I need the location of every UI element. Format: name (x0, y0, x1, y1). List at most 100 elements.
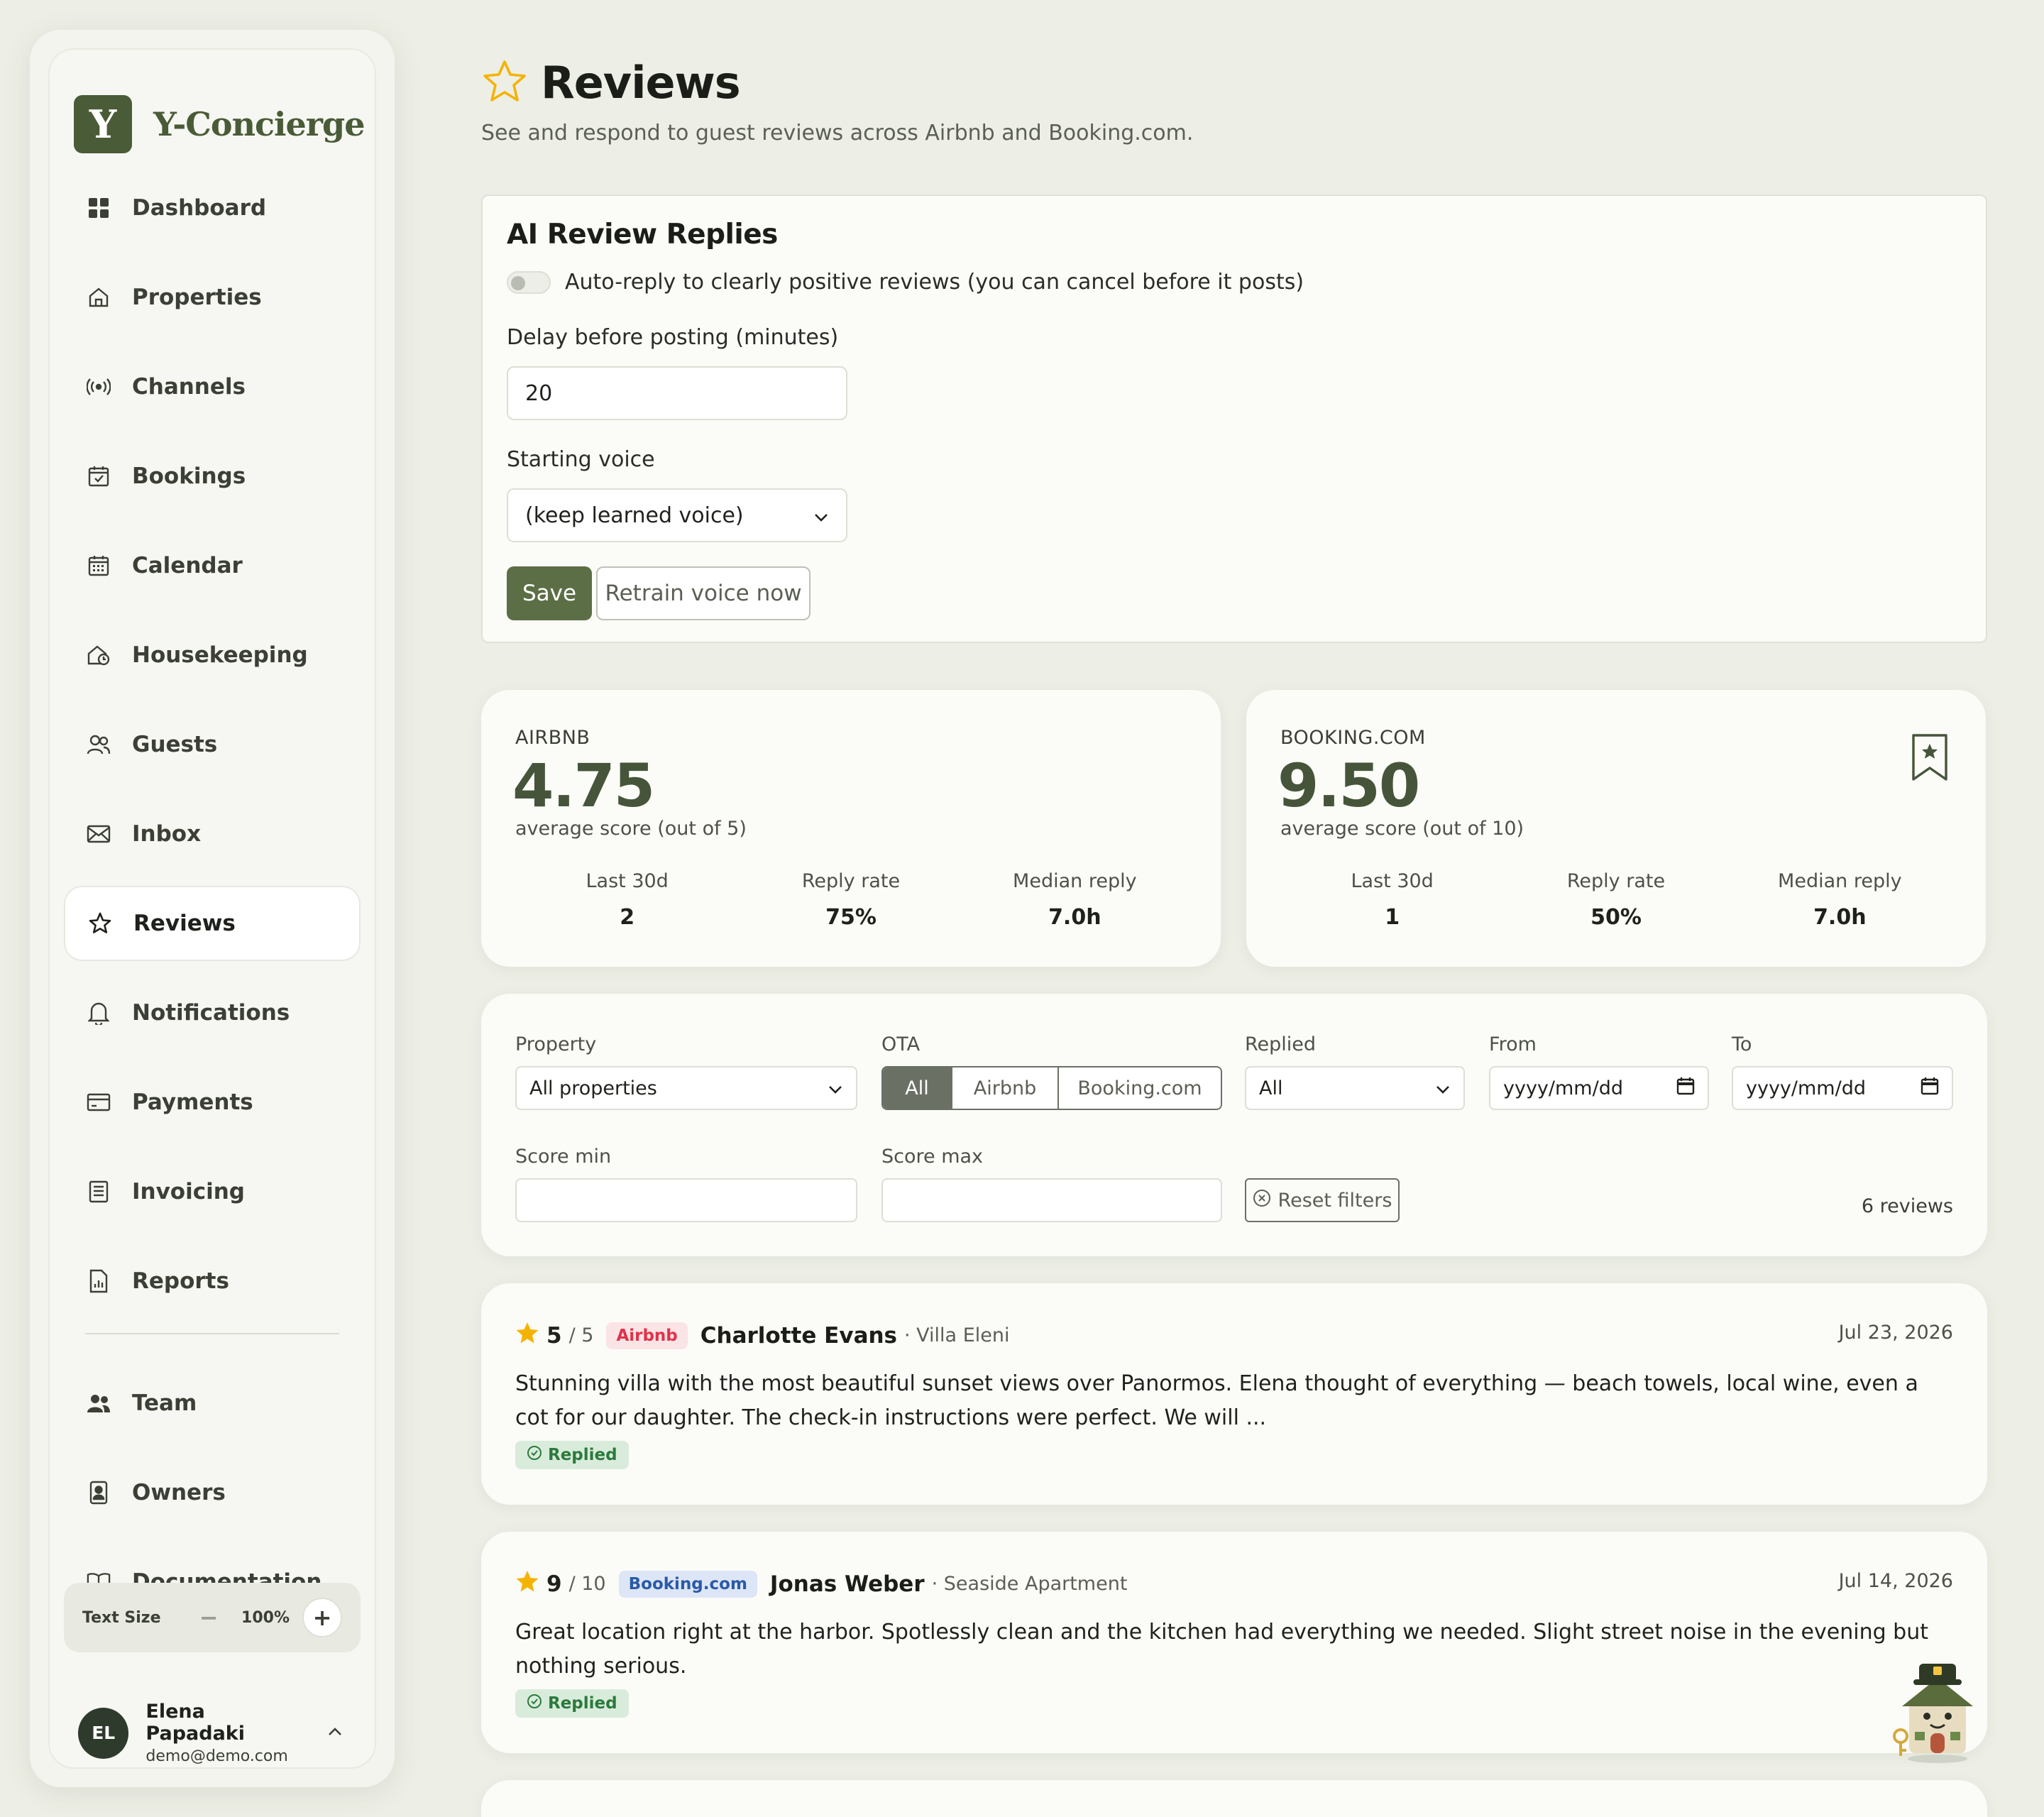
sidebar-item-properties[interactable]: Properties (64, 260, 361, 335)
stat-avg-label: average score (out of 10) (1280, 818, 1524, 840)
to-date-input[interactable]: yyyy/mm/dd (1732, 1066, 1953, 1110)
status-badge: Replied (515, 1441, 629, 1469)
logo-mark: Y (74, 95, 132, 153)
from-date-label: From (1489, 1033, 1537, 1055)
star-filled-icon (515, 1322, 539, 1349)
delay-input[interactable]: 20 (507, 366, 847, 420)
status-label: Replied (548, 1694, 617, 1713)
page-subtitle: See and respond to guest reviews across … (481, 121, 1194, 146)
sidebar-item-label: Housekeeping (132, 642, 308, 668)
metric-value: 1 (1385, 905, 1400, 930)
metric-last-30d: Last 30d 1 (1280, 870, 1504, 930)
from-date-input[interactable]: yyyy/mm/dd (1489, 1066, 1709, 1110)
ota-option-all[interactable]: All (883, 1067, 952, 1109)
stat-score: 4.75 (512, 751, 655, 820)
auto-reply-toggle[interactable] (507, 270, 551, 294)
metric-value: 2 (620, 905, 635, 930)
review-header: 5 / 5 Airbnb Charlotte Evans · Villa Ele… (515, 1322, 1009, 1349)
status-badge: Replied (515, 1689, 629, 1718)
user-name: Elena Papadaki (145, 1701, 246, 1745)
stat-ota-name: AIRBNB (515, 727, 590, 749)
metric-label: Last 30d (1351, 870, 1434, 892)
review-text: Stunning villa with the most beautiful s… (515, 1371, 1918, 1430)
text-size-decrease-button[interactable]: − (189, 1598, 229, 1637)
review-text: Great location right at the harbor. Spot… (515, 1620, 1928, 1679)
sidebar-item-payments[interactable]: Payments (64, 1065, 361, 1140)
brand-logo[interactable]: Y Y-Concierge (74, 95, 365, 153)
property-select[interactable]: All properties (515, 1066, 857, 1110)
score-max-label: Score max (881, 1146, 984, 1168)
star-icon (481, 59, 528, 107)
retrain-voice-button[interactable]: Retrain voice now (596, 566, 811, 620)
sidebar-item-label: Team (132, 1390, 197, 1416)
reset-filters-label: Reset filters (1278, 1189, 1392, 1212)
ota-option-booking[interactable]: Booking.com (1059, 1067, 1221, 1109)
booking-stats-card: BOOKING.COM 9.50 average score (out of 1… (1246, 690, 1986, 967)
score-min-input[interactable] (515, 1178, 857, 1222)
sidebar-item-label: Dashboard (132, 195, 267, 221)
save-button[interactable]: Save (507, 566, 592, 620)
ota-option-airbnb[interactable]: Airbnb (952, 1067, 1059, 1109)
sidebar-item-notifications[interactable]: Notifications (64, 975, 361, 1050)
bookmark-star-icon[interactable] (1911, 732, 1949, 785)
reset-filters-button[interactable]: Reset filters (1245, 1178, 1400, 1222)
concierge-mascot-button[interactable] (1888, 1658, 1987, 1767)
report-icon (87, 1269, 111, 1293)
text-size-increase-button[interactable]: + (302, 1598, 342, 1637)
sidebar-item-guests[interactable]: Guests (64, 707, 361, 782)
broadcast-icon (87, 375, 111, 399)
sidebar-item-reviews[interactable]: Reviews (64, 886, 361, 961)
avatar: EL (78, 1707, 129, 1759)
property-filter-label: Property (515, 1033, 597, 1055)
sidebar-item-calendar[interactable]: Calendar (64, 528, 361, 603)
users-icon (87, 732, 111, 757)
replied-select[interactable]: All (1245, 1066, 1465, 1110)
sidebar-item-dashboard[interactable]: Dashboard (64, 170, 361, 246)
credit-card-icon (87, 1090, 111, 1114)
ota-badge: Airbnb (606, 1322, 688, 1349)
dashboard-icon (87, 196, 111, 220)
ota-badge: Booking.com (618, 1570, 757, 1598)
sidebar-item-owners[interactable]: Owners (64, 1455, 361, 1530)
auto-reply-row: Auto-reply to clearly positive reviews (… (507, 270, 1304, 295)
star-icon (88, 911, 112, 935)
sidebar-item-team[interactable]: Team (64, 1366, 361, 1441)
replied-filter-label: Replied (1245, 1033, 1317, 1055)
text-size-control: Text Size − 100% + (64, 1583, 361, 1652)
voice-label: Starting voice (507, 447, 655, 472)
stat-metrics: Last 30d 1 Reply rate 50% Median reply 7… (1280, 870, 1952, 930)
review-card[interactable]: 9 / 10 Booking.com Jonas Weber · Seaside… (481, 1532, 1987, 1753)
ai-replies-title: AI Review Replies (507, 219, 778, 251)
chevron-down-icon (813, 503, 829, 528)
sidebar-item-label: Bookings (132, 463, 246, 489)
stat-metrics: Last 30d 2 Reply rate 75% Median reply 7… (515, 870, 1187, 930)
sidebar-item-reports[interactable]: Reports (64, 1244, 361, 1319)
calendar-check-icon (87, 464, 111, 488)
sidebar-item-invoicing[interactable]: Invoicing (64, 1154, 361, 1229)
house-clock-icon (87, 643, 111, 667)
voice-select[interactable]: (keep learned voice) (507, 488, 847, 542)
sidebar-item-housekeeping[interactable]: Housekeeping (64, 617, 361, 693)
calendar-icon[interactable] (1921, 1077, 1939, 1100)
airbnb-stats-card: AIRBNB 4.75 average score (out of 5) Las… (481, 690, 1221, 967)
metric-last-30d: Last 30d 2 (515, 870, 739, 930)
chevron-up-icon[interactable] (326, 1726, 344, 1740)
review-card-partial[interactable] (481, 1780, 1987, 1817)
page-header: Reviews (481, 57, 741, 109)
metric-value: 7.0h (1048, 905, 1101, 930)
calendar-icon[interactable] (1676, 1077, 1695, 1100)
metric-reply-rate: Reply rate 75% (739, 870, 962, 930)
user-menu[interactable]: EL Elena Papadaki demo@demo.com (78, 1701, 353, 1765)
review-card[interactable]: 5 / 5 Airbnb Charlotte Evans · Villa Ele… (481, 1283, 1987, 1505)
review-count: 6 reviews (1861, 1195, 1953, 1217)
sidebar-item-channels[interactable]: Channels (64, 349, 361, 424)
sidebar-item-inbox[interactable]: Inbox (64, 796, 361, 872)
sidebar-item-label: Properties (132, 285, 262, 310)
score-max-input[interactable] (881, 1178, 1222, 1222)
auto-reply-label: Auto-reply to clearly positive reviews (… (565, 270, 1304, 295)
check-circle-icon (527, 1445, 542, 1465)
page-title: Reviews (541, 57, 741, 109)
chevron-down-icon (1435, 1077, 1451, 1099)
filters-card: Property All properties OTA All Airbnb B… (481, 994, 1987, 1256)
sidebar-item-bookings[interactable]: Bookings (64, 439, 361, 514)
